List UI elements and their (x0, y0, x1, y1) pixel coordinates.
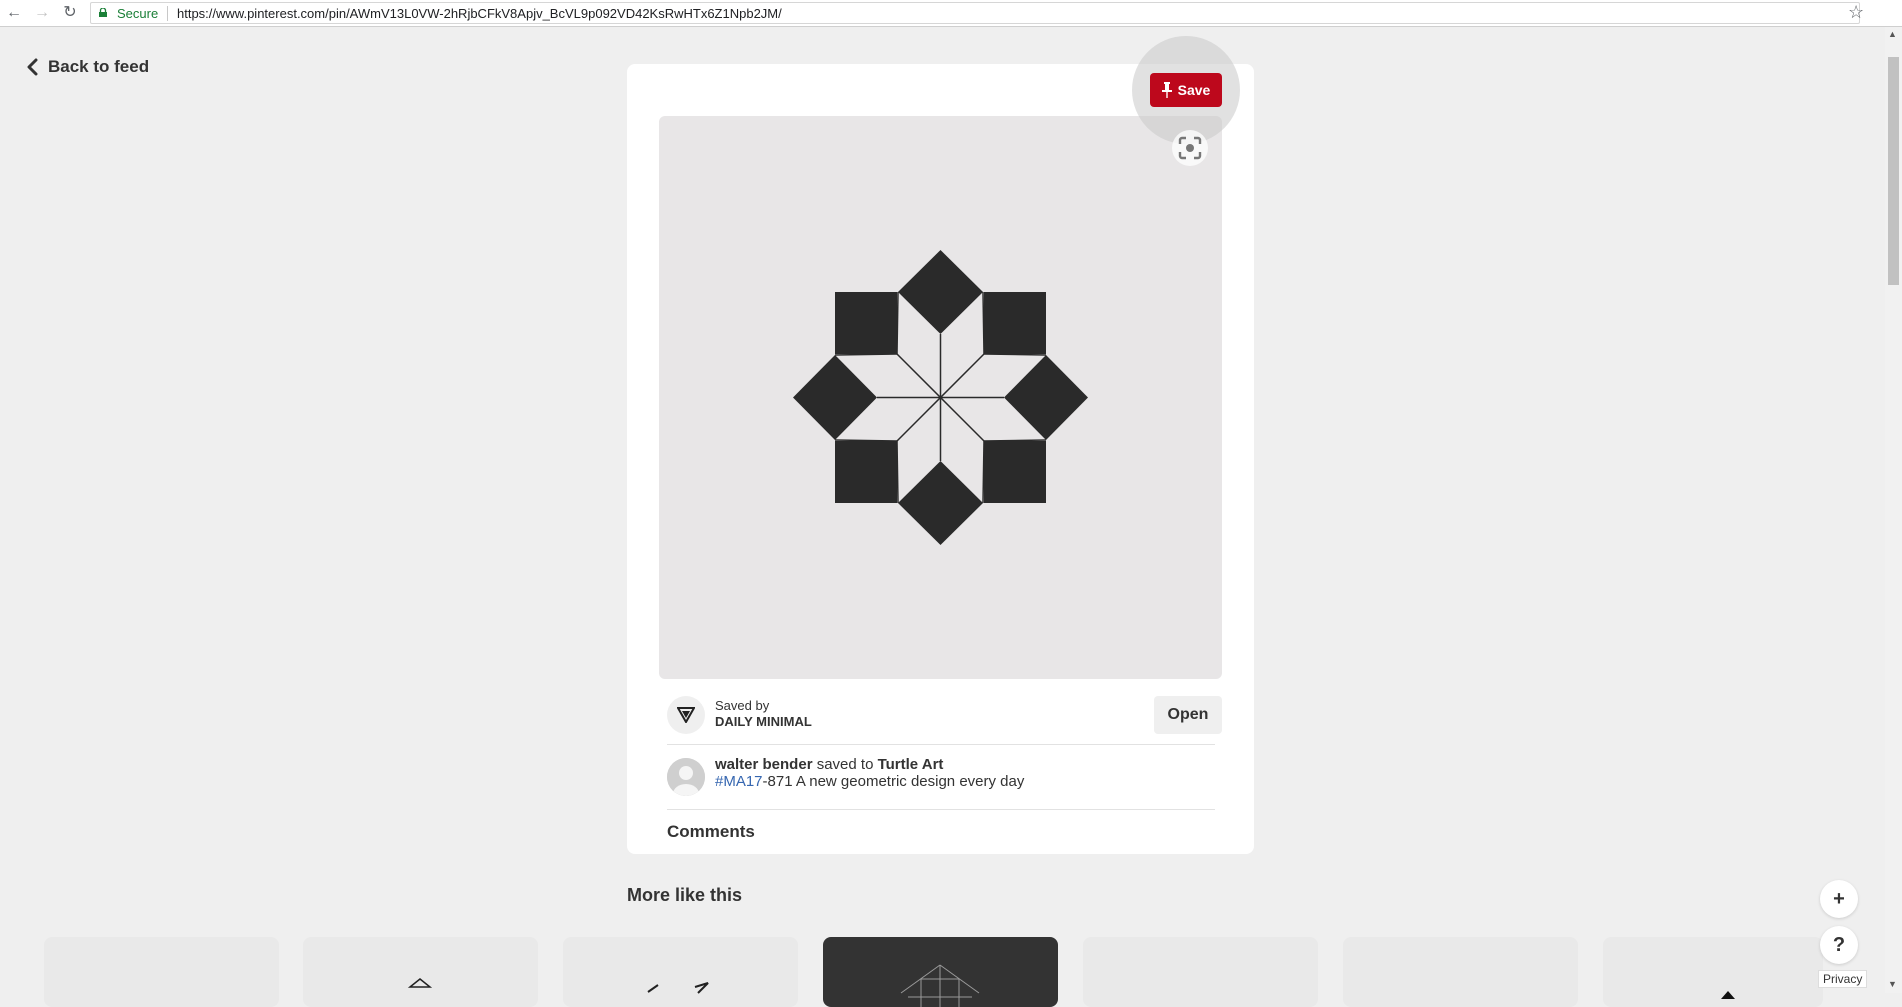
url-text: https://www.pinterest.com/pin/AWmV13L0VW… (177, 6, 782, 21)
hashtag-link[interactable]: #MA17 (715, 773, 763, 790)
divider (667, 744, 1215, 745)
more-like-this-heading: More like this (627, 885, 743, 905)
comments-heading: Comments (667, 822, 755, 841)
visual-search-icon (1178, 136, 1202, 160)
related-pin-thumbnail[interactable] (303, 937, 538, 1007)
scroll-up-icon[interactable]: ▲ (1888, 29, 1897, 39)
board-name[interactable]: Turtle Art (878, 756, 944, 773)
privacy-link[interactable]: Privacy (1818, 970, 1868, 988)
chevron-left-icon (27, 58, 38, 76)
back-arrow-icon[interactable]: ← (4, 3, 24, 23)
related-pin-artwork (407, 978, 433, 988)
saved-by-row: Saved by DAILY MINIMAL Open (667, 692, 1222, 742)
pin-icon (1161, 82, 1172, 98)
url-field[interactable]: Secure https://www.pinterest.com/pin/AWm… (90, 2, 1860, 24)
scroll-down-icon[interactable]: ▼ (1888, 979, 1897, 989)
saved-to-text: saved to (816, 756, 874, 773)
forward-arrow-icon[interactable]: → (32, 3, 52, 23)
lock-icon (99, 8, 107, 17)
related-pin-artwork (1721, 991, 1735, 999)
saved-by-label: Saved by (715, 698, 770, 713)
related-pin-artwork (647, 982, 709, 994)
save-button[interactable]: Save (1150, 73, 1222, 107)
save-label: Save (1177, 82, 1211, 98)
daily-minimal-avatar[interactable] (667, 696, 705, 734)
user-avatar[interactable] (667, 758, 705, 796)
back-to-feed-link[interactable]: Back to feed (26, 57, 149, 77)
pin-image[interactable] (659, 116, 1222, 679)
related-pin-thumbnail[interactable] (823, 937, 1058, 1007)
pinner-name[interactable]: walter bender (715, 756, 813, 773)
bookmark-star-icon[interactable]: ☆ (1848, 2, 1864, 23)
saved-by-name[interactable]: DAILY MINIMAL (715, 714, 812, 729)
page-scrollbar[interactable]: ▲ ▼ (1885, 27, 1902, 993)
related-pin-thumbnail[interactable] (1083, 937, 1318, 1007)
pinner-line: walter bender saved to Turtle Art (715, 756, 943, 773)
help-button[interactable]: ? (1820, 926, 1858, 964)
related-pin-artwork (900, 964, 980, 1007)
url-separator (167, 6, 168, 21)
browser-address-bar: ← → ↻ Secure https://www.pinterest.com/p… (0, 0, 1902, 27)
visual-search-button[interactable] (1172, 130, 1208, 166)
pin-card: Saved by DAILY MINIMAL Open walter bende… (627, 64, 1254, 854)
divider (667, 809, 1215, 810)
geometric-star-artwork (793, 250, 1088, 545)
user-silhouette-icon (667, 758, 705, 796)
pinner-row: walter bender saved to Turtle Art #MA17-… (667, 756, 1222, 804)
description-text: -871 A new geometric design every day (762, 773, 1025, 790)
open-button[interactable]: Open (1154, 696, 1222, 734)
related-pin-thumbnail[interactable] (44, 937, 279, 1007)
back-to-feed-label: Back to feed (48, 57, 150, 76)
daily-minimal-logo-icon (677, 707, 695, 723)
scrollbar-thumb[interactable] (1888, 57, 1899, 285)
pin-description: #MA17-871 A new geometric design every d… (715, 773, 1024, 790)
related-pin-thumbnail[interactable] (1603, 937, 1823, 1007)
add-pin-button[interactable]: + (1820, 880, 1858, 918)
reload-icon[interactable]: ↻ (60, 3, 80, 23)
secure-label: Secure (117, 6, 159, 21)
related-pin-thumbnail[interactable] (563, 937, 798, 1007)
related-pin-thumbnail[interactable] (1343, 937, 1578, 1007)
